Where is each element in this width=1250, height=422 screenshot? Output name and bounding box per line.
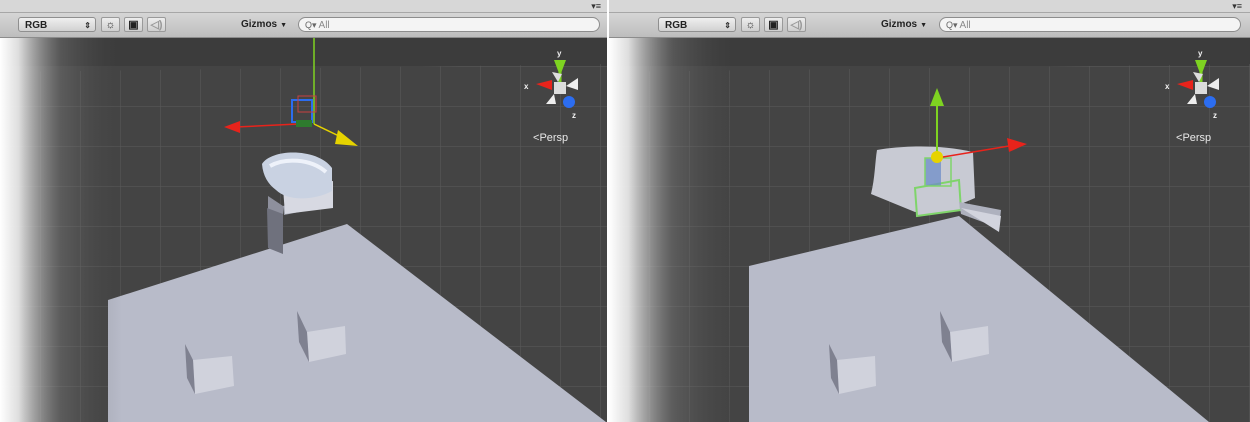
search-icon: Q▾ [305,20,317,30]
scene-view-panel-left: ▾≡ RGB ⇕ ☼ ▣ ◁) Gizmos ▼ Q▾ All <Persp [0,0,609,422]
scene-toolbar: RGB ⇕ ☼ ▣ ◁) Gizmos ▼ Q▾ All [609,13,1250,38]
gizmos-label: Gizmos [241,19,278,30]
speaker-icon[interactable]: ◁) [787,17,806,32]
search-icon: Q▾ [946,20,958,30]
search-input[interactable]: Q▾ All [298,17,600,32]
scene-toolbar: RGB ⇕ ☼ ▣ ◁) Gizmos ▼ Q▾ All [0,13,609,38]
scene-canvas: y x z [0,38,609,422]
perspective-toggle[interactable]: <Persp [1176,132,1211,144]
image-icon[interactable]: ▣ [124,17,143,32]
dropdown-arrow-icon: ⇕ [724,21,731,30]
panel-menu-icon[interactable]: ▾≡ [591,1,601,12]
tab-strip: ▾≡ [0,0,609,13]
gizmos-label: Gizmos [881,19,918,30]
scene-canvas: y x z [609,38,1250,422]
render-mode-label: RGB [25,20,48,31]
search-placeholder: All [318,20,330,31]
render-mode-dropdown[interactable]: RGB ⇕ [18,17,96,32]
search-placeholder: All [959,20,971,31]
scene-view-panel-right: ▾≡ RGB ⇕ ☼ ▣ ◁) Gizmos ▼ Q▾ All <Persp [609,0,1250,422]
image-icon[interactable]: ▣ [764,17,783,32]
render-mode-dropdown[interactable]: RGB ⇕ [658,17,736,32]
panel-menu-icon[interactable]: ▾≡ [1232,1,1242,12]
scene-viewport[interactable]: y x z <Persp [609,38,1250,422]
search-input[interactable]: Q▾ All [939,17,1241,32]
gizmos-dropdown[interactable]: Gizmos ▼ [237,17,291,32]
perspective-label: Persp [1182,132,1212,144]
sun-icon[interactable]: ☼ [101,17,120,32]
chevron-down-icon: ▼ [920,22,928,29]
render-mode-label: RGB [665,20,688,31]
perspective-label: Persp [539,132,569,144]
chevron-down-icon: ▼ [280,22,288,29]
gizmos-dropdown[interactable]: Gizmos ▼ [877,17,931,32]
dropdown-arrow-icon: ⇕ [84,21,91,30]
speaker-icon[interactable]: ◁) [147,17,166,32]
perspective-toggle[interactable]: <Persp [533,132,568,144]
tab-strip: ▾≡ [609,0,1250,13]
sun-icon[interactable]: ☼ [741,17,760,32]
scene-viewport[interactable]: y x z <Persp [0,38,609,422]
